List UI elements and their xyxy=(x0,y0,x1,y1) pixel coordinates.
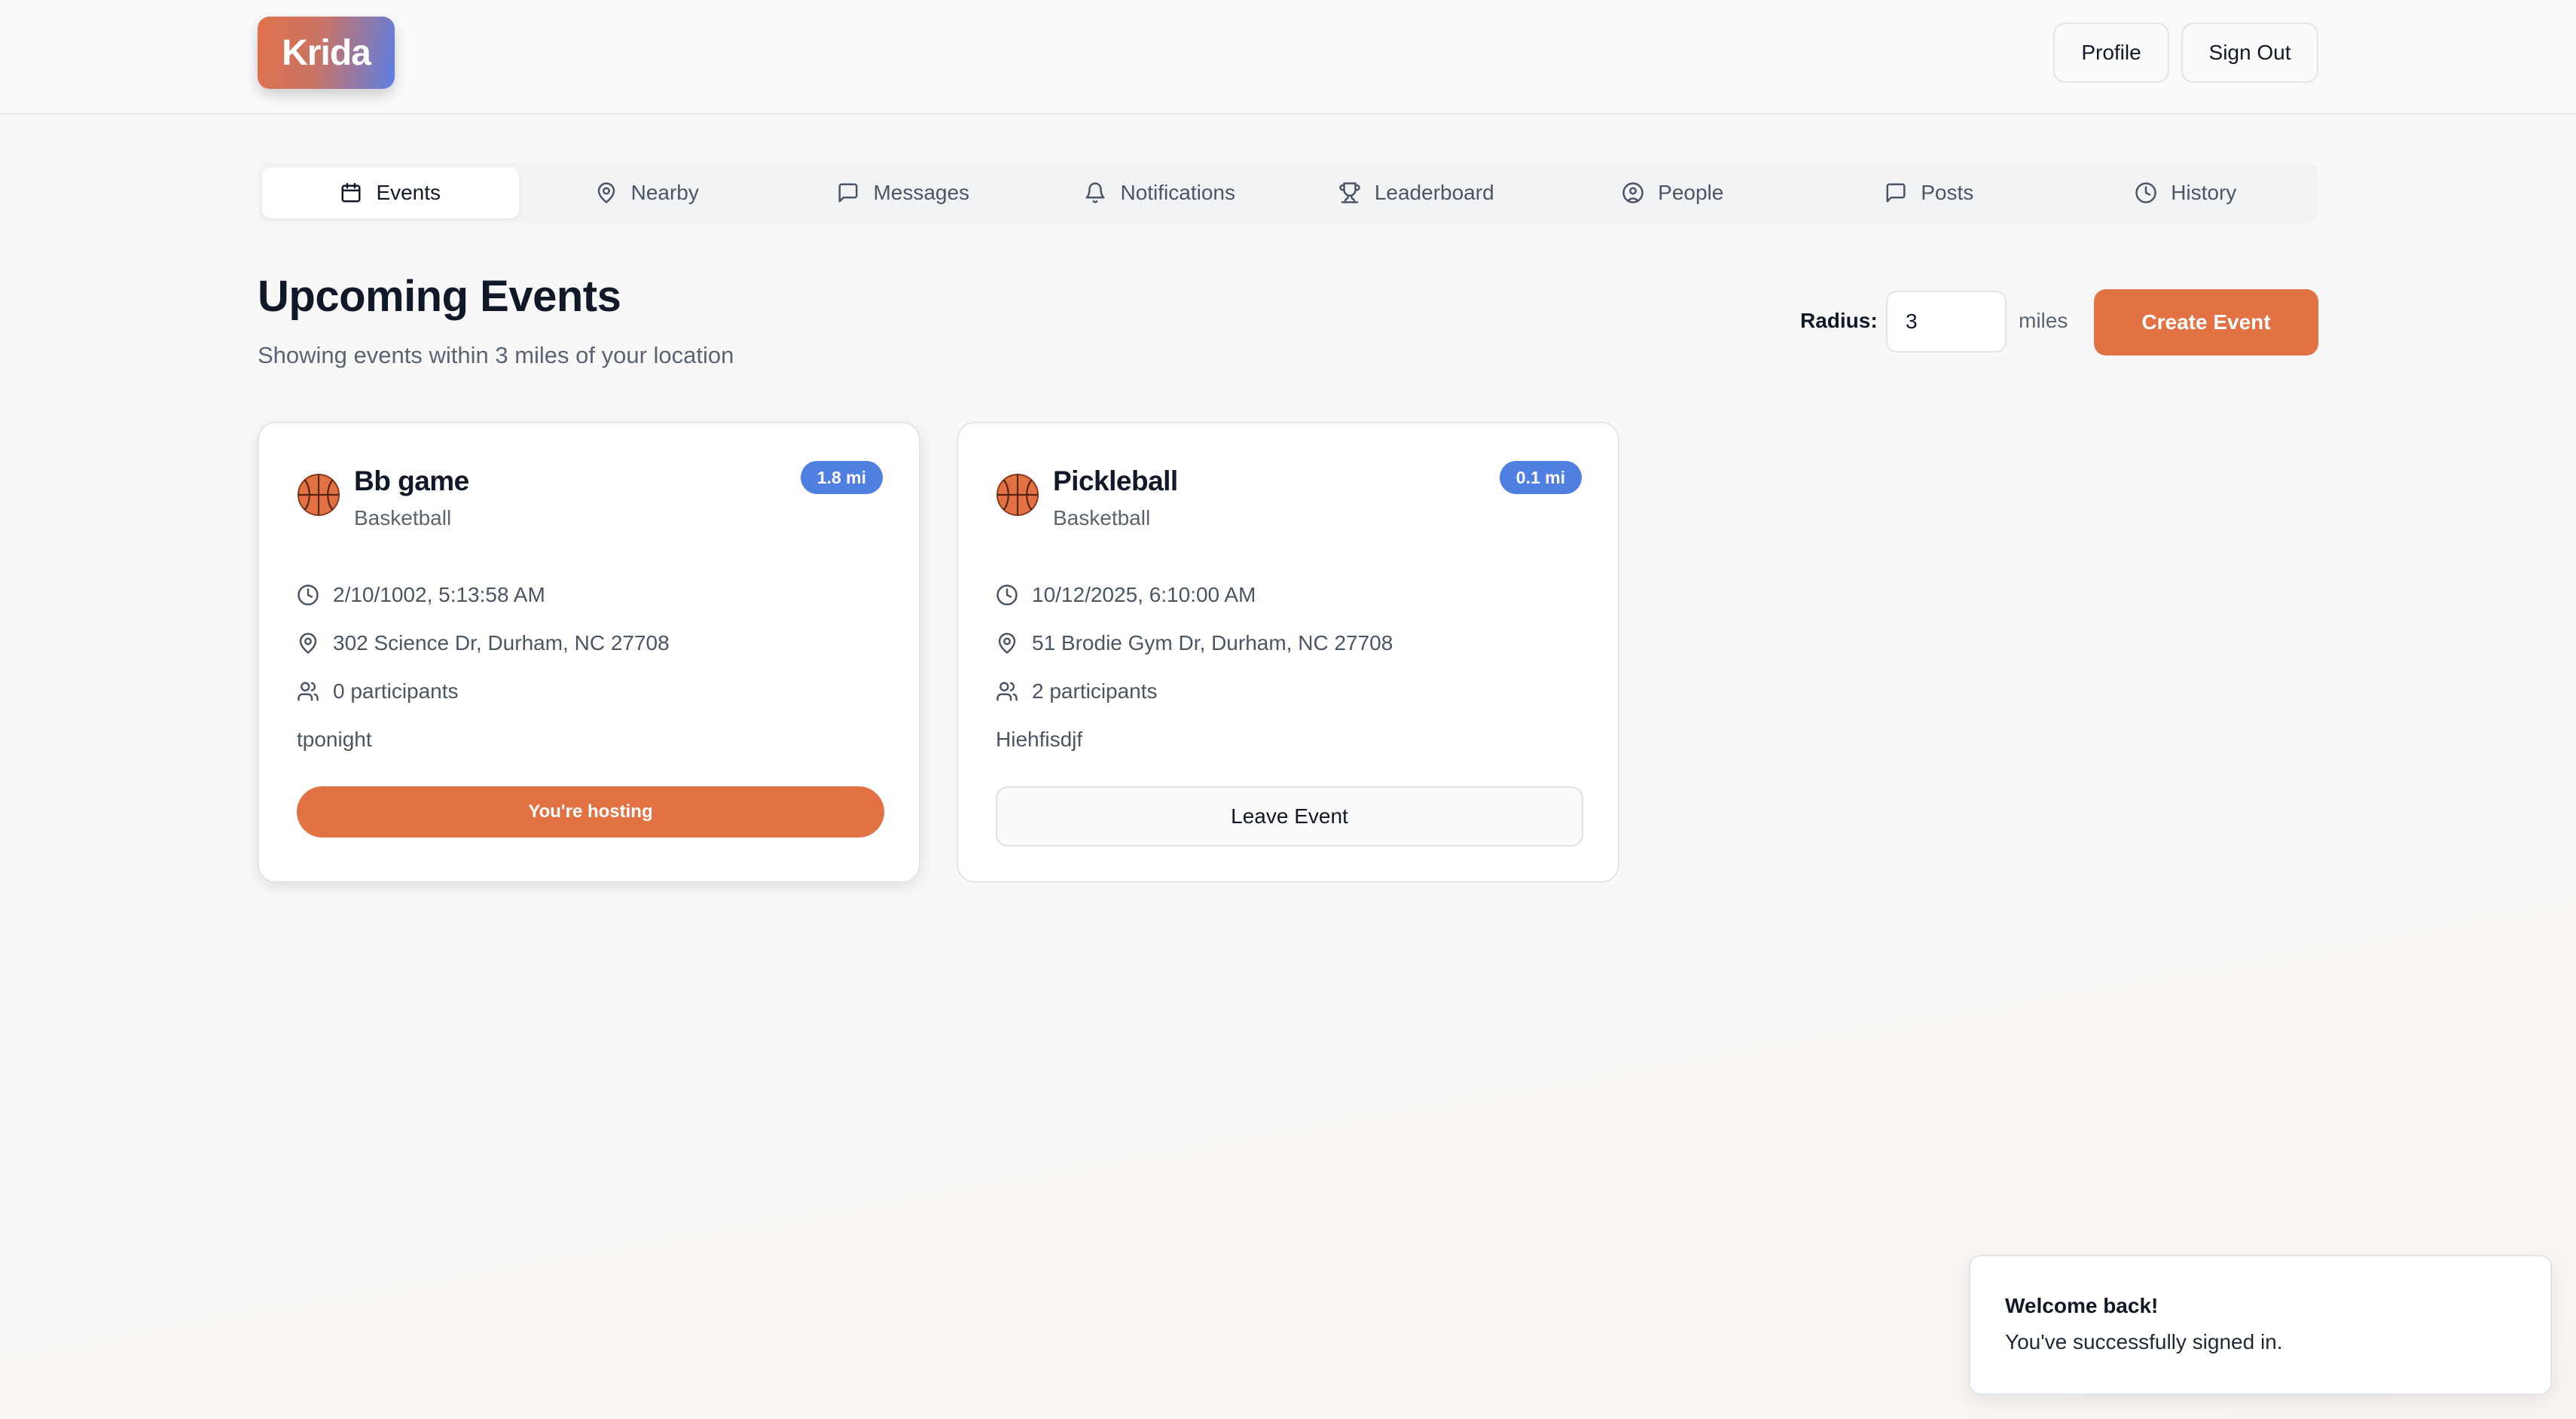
clock-icon xyxy=(2135,182,2156,203)
event-datetime-row: 2/10/1002, 5:13:58 AM xyxy=(297,583,545,607)
event-card[interactable]: Bb game Basketball 1.8 mi 2/10/1002, 5:1… xyxy=(258,422,920,883)
radius-unit: miles xyxy=(2019,309,2068,332)
radius-label: Radius: xyxy=(1800,309,1878,332)
tab-label: Events xyxy=(376,181,441,204)
bell-icon xyxy=(1085,182,1105,203)
event-location-row: 302 Science Dr, Durham, NC 27708 xyxy=(297,631,670,655)
clock-icon xyxy=(997,584,1018,606)
sign-out-button[interactable]: Sign Out xyxy=(2181,23,2318,83)
radius-input[interactable] xyxy=(1886,291,2007,352)
page-title: Upcoming Events xyxy=(258,272,621,321)
tab-leaderboard[interactable]: Leaderboard xyxy=(1288,167,1545,218)
hosting-button[interactable]: You're hosting xyxy=(297,786,884,838)
tab-events[interactable]: Events xyxy=(262,167,519,218)
tab-label: Messages xyxy=(873,181,970,204)
event-title: Bb game xyxy=(354,465,469,496)
tab-nearby[interactable]: Nearby xyxy=(519,167,776,218)
toast-title: Welcome back! xyxy=(2005,1294,2159,1317)
event-location-row: 51 Brodie Gym Dr, Durham, NC 27708 xyxy=(996,631,1393,655)
main-tabs: Events Nearby Messages Notifications Lea… xyxy=(258,163,2318,223)
event-location: 51 Brodie Gym Dr, Durham, NC 27708 xyxy=(1032,631,1393,655)
tab-label: Posts xyxy=(1921,181,1974,204)
users-icon xyxy=(997,682,1018,701)
leave-event-button[interactable]: Leave Event xyxy=(996,786,1583,847)
krida-logo[interactable]: Krida xyxy=(258,17,395,89)
clock-icon xyxy=(298,584,319,606)
event-sport: Basketball xyxy=(354,506,452,529)
page-subtitle: Showing events within 3 miles of your lo… xyxy=(258,342,734,368)
event-location: 302 Science Dr, Durham, NC 27708 xyxy=(333,631,670,655)
create-event-button[interactable]: Create Event xyxy=(2094,289,2318,356)
tab-notifications[interactable]: Notifications xyxy=(1032,167,1289,218)
event-datetime: 2/10/1002, 5:13:58 AM xyxy=(333,583,545,606)
basketball-icon xyxy=(297,473,340,517)
event-participants-row: 2 participants xyxy=(996,679,1158,703)
event-participants: 2 participants xyxy=(1032,679,1158,703)
toast-notification: Welcome back! You've successfully signed… xyxy=(1969,1255,2552,1395)
event-datetime-row: 10/12/2025, 6:10:00 AM xyxy=(996,583,1256,607)
app-header: Krida Profile Sign Out xyxy=(0,0,2576,114)
event-card[interactable]: Pickleball Basketball 0.1 mi 10/12/2025,… xyxy=(957,422,1619,883)
tab-label: Nearby xyxy=(630,181,699,204)
tab-label: Notifications xyxy=(1120,181,1235,204)
tab-label: People xyxy=(1658,181,1724,204)
distance-badge: 1.8 mi xyxy=(800,461,883,494)
event-title: Pickleball xyxy=(1053,465,1178,496)
tab-label: History xyxy=(2171,181,2237,204)
event-datetime: 10/12/2025, 6:10:00 AM xyxy=(1032,583,1256,606)
map-pin-icon xyxy=(998,633,1016,654)
basketball-icon xyxy=(996,473,1039,517)
tab-people[interactable]: People xyxy=(1545,167,1802,218)
tab-posts[interactable]: Posts xyxy=(1801,167,2058,218)
tab-messages[interactable]: Messages xyxy=(775,167,1032,218)
trophy-icon xyxy=(1339,182,1360,203)
tab-label: Leaderboard xyxy=(1374,181,1494,204)
event-participants-row: 0 participants xyxy=(297,679,459,703)
message-square-icon xyxy=(838,183,858,203)
profile-button[interactable]: Profile xyxy=(2053,23,2169,83)
user-circle-icon xyxy=(1622,182,1644,203)
event-description: tponight xyxy=(297,728,372,751)
users-icon xyxy=(298,682,319,701)
event-participants: 0 participants xyxy=(333,679,459,703)
calendar-icon xyxy=(341,182,361,203)
map-pin-icon xyxy=(299,633,317,654)
toast-message: You've successfully signed in. xyxy=(2005,1330,2283,1353)
distance-badge: 0.1 mi xyxy=(1499,461,1582,494)
event-description: Hiehfisdjf xyxy=(996,728,1083,751)
tab-history[interactable]: History xyxy=(2058,167,2315,218)
event-sport: Basketball xyxy=(1053,506,1151,529)
message-square-icon xyxy=(1886,183,1906,203)
map-pin-icon xyxy=(597,182,615,203)
